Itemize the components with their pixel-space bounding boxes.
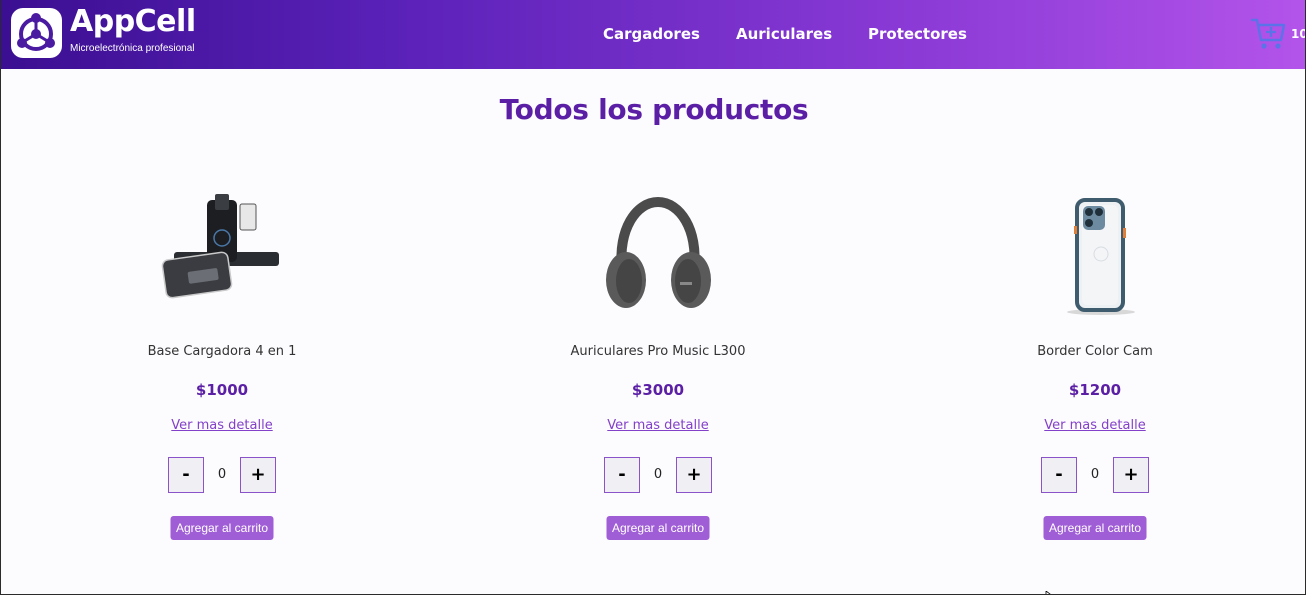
cart-count: 10: [1291, 27, 1305, 41]
page-frame: AppCell Microelectrónica profesional Car…: [0, 0, 1306, 595]
nav-link-cargadores[interactable]: Cargadores: [603, 25, 700, 43]
product-name: Base Cargadora 4 en 1: [147, 344, 297, 359]
add-to-cart-button[interactable]: Agregar al carrito: [170, 516, 274, 540]
decrease-button[interactable]: -: [604, 457, 640, 493]
add-to-cart-button[interactable]: Agregar al carrito: [1043, 516, 1147, 540]
product-price: $1000: [195, 381, 249, 399]
phone-case-image[interactable]: [945, 190, 1245, 325]
brand-name: AppCell: [70, 4, 196, 39]
product-name: Auriculares Pro Music L300: [570, 344, 746, 359]
view-detail-link[interactable]: Ver mas detalle: [945, 418, 1245, 434]
quantity-value: 0: [217, 467, 227, 482]
quantity-stepper: - 0 +: [168, 457, 276, 493]
quantity-stepper: - 0 +: [1041, 457, 1149, 493]
decrease-button[interactable]: -: [168, 457, 204, 493]
brand-tagline: Microelectrónica profesional: [70, 43, 195, 54]
mouse-pointer-icon: [1045, 586, 1055, 594]
headphones-image[interactable]: [508, 190, 808, 325]
product-name: Border Color Cam: [1037, 344, 1153, 359]
page-title: Todos los productos: [499, 93, 809, 126]
quantity-value: 0: [653, 467, 663, 482]
view-detail-link[interactable]: Ver mas detalle: [508, 418, 808, 434]
product-card: Auriculares Pro Music L300 $3000 Ver mas…: [508, 190, 808, 550]
increase-button[interactable]: +: [676, 457, 712, 493]
increase-button[interactable]: +: [1113, 457, 1149, 493]
nav-link-protectores[interactable]: Protectores: [868, 25, 967, 43]
navbar: AppCell Microelectrónica profesional Car…: [1, 0, 1305, 69]
view-detail-link[interactable]: Ver mas detalle: [72, 418, 372, 434]
molecule-logo-icon[interactable]: [11, 8, 62, 58]
product-card: Base Cargadora 4 en 1 $1000 Ver mas deta…: [72, 190, 372, 550]
add-to-cart-button[interactable]: Agregar al carrito: [606, 516, 710, 540]
decrease-button[interactable]: -: [1041, 457, 1077, 493]
product-card: Border Color Cam $1200 Ver mas detalle -…: [945, 190, 1245, 550]
charging-base-image[interactable]: [72, 190, 372, 325]
shopping-cart-plus-icon[interactable]: [1250, 16, 1287, 52]
product-price: $1200: [1068, 381, 1122, 399]
quantity-value: 0: [1090, 467, 1100, 482]
nav-link-auriculares[interactable]: Auriculares: [736, 25, 832, 43]
quantity-stepper: - 0 +: [604, 457, 712, 493]
increase-button[interactable]: +: [240, 457, 276, 493]
product-price: $3000: [631, 381, 685, 399]
